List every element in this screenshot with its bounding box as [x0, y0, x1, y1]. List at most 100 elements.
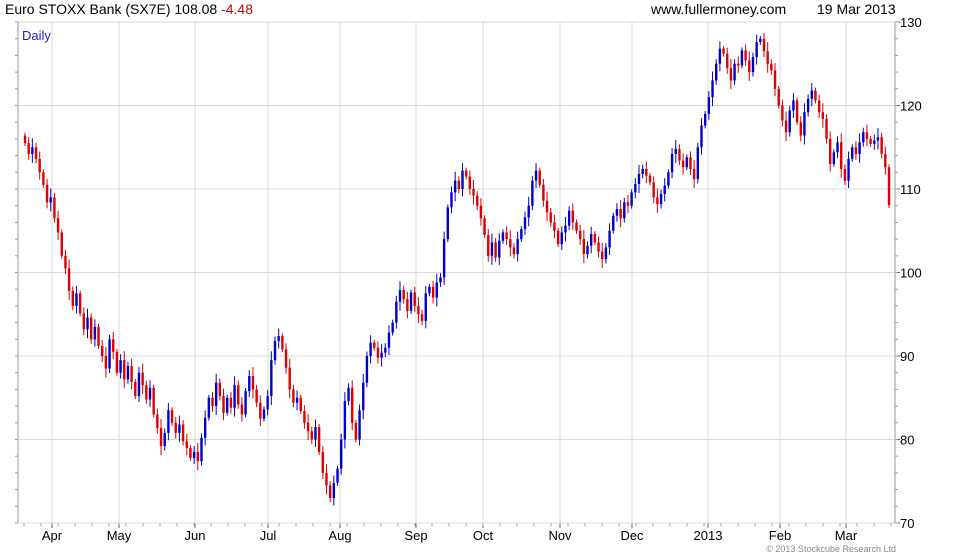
- period-label: Daily: [22, 28, 51, 43]
- candle-up: [163, 432, 166, 447]
- candle-down: [354, 422, 358, 440]
- candle-up: [200, 437, 203, 462]
- candle-up: [453, 180, 457, 193]
- candle-up: [365, 356, 369, 383]
- candle-down: [259, 402, 262, 419]
- candle-down: [884, 153, 887, 168]
- candle-up: [336, 468, 339, 483]
- candle-up: [615, 209, 619, 216]
- candle-down: [159, 427, 163, 447]
- candle-up: [667, 172, 670, 186]
- candle-down: [306, 422, 310, 432]
- x-tick-label: Apr: [42, 528, 63, 543]
- candle-down: [678, 148, 681, 161]
- candle-down: [825, 118, 828, 139]
- candle-up: [49, 197, 52, 203]
- candle-up: [740, 50, 744, 66]
- candle-down: [652, 182, 655, 198]
- candle-down: [27, 143, 30, 154]
- candle-up: [806, 98, 810, 113]
- candle-down: [762, 38, 766, 52]
- candle-up: [446, 207, 450, 240]
- candle-down: [156, 414, 159, 428]
- candle-down: [229, 397, 233, 408]
- candle-down: [553, 222, 556, 231]
- candle-down: [645, 168, 648, 176]
- candle-up: [233, 385, 236, 408]
- candle-down: [795, 100, 799, 123]
- candle-down: [288, 367, 291, 390]
- candle-up: [604, 247, 608, 260]
- candle-down: [373, 342, 376, 348]
- candle-down: [748, 60, 751, 73]
- candle-up: [75, 293, 78, 306]
- candle-up: [248, 376, 251, 392]
- candle-up: [663, 185, 666, 195]
- candle-down: [512, 247, 516, 255]
- candle-up: [424, 293, 427, 321]
- candle-down: [420, 314, 424, 321]
- candle-up: [126, 366, 130, 380]
- candle-down: [45, 184, 49, 203]
- candle-up: [564, 225, 567, 233]
- x-tick-label: Oct: [473, 528, 494, 543]
- candle-up: [700, 125, 703, 148]
- candle-up: [858, 142, 861, 154]
- candle-up: [203, 417, 207, 438]
- candle-up: [810, 90, 813, 99]
- candle-up: [347, 387, 350, 402]
- candle-down: [821, 112, 825, 119]
- candle-down: [817, 100, 821, 113]
- candle-up: [498, 240, 501, 258]
- candle-down: [299, 397, 302, 412]
- candle-down: [483, 218, 486, 235]
- candle-up: [461, 170, 464, 189]
- candle-up: [703, 113, 707, 126]
- candle-up: [711, 80, 714, 98]
- y-tick-label: 100: [900, 266, 922, 281]
- candle-down: [123, 360, 126, 380]
- candle-down: [60, 232, 63, 256]
- candle-down: [773, 70, 777, 89]
- candle-down: [582, 239, 586, 255]
- candle-up: [862, 132, 865, 143]
- candle-up: [847, 158, 850, 181]
- candle-up: [792, 100, 795, 111]
- candle-down: [593, 234, 597, 243]
- candle-down: [101, 345, 104, 356]
- candle-down: [479, 205, 483, 219]
- candle-down: [134, 381, 137, 397]
- candle-up: [534, 170, 538, 181]
- candle-up: [266, 396, 269, 410]
- candle-up: [277, 335, 280, 341]
- candle-up: [108, 339, 111, 369]
- candle-down: [865, 132, 869, 139]
- candle-down: [656, 197, 659, 205]
- candle-down: [494, 242, 497, 258]
- candle-down: [38, 158, 41, 173]
- candle-down: [281, 335, 284, 350]
- candle-down: [413, 292, 416, 306]
- candle-down: [505, 232, 508, 240]
- candle-down: [784, 120, 788, 133]
- candle-up: [523, 217, 527, 230]
- candle-down: [328, 485, 332, 498]
- candle-down: [112, 339, 115, 352]
- candle-up: [851, 147, 854, 159]
- y-tick-label: 110: [900, 182, 921, 197]
- candle-down: [689, 157, 692, 169]
- candle-up: [119, 360, 122, 373]
- candle-up: [707, 97, 711, 114]
- candle-down: [619, 209, 622, 219]
- candle-up: [685, 157, 688, 168]
- candle-down: [626, 202, 630, 206]
- candle-down: [34, 147, 38, 159]
- candle-up: [589, 234, 593, 246]
- candle-down: [726, 53, 729, 68]
- candle-up: [788, 110, 791, 133]
- candle-up: [339, 439, 343, 469]
- candle-down: [556, 230, 560, 245]
- candle-down: [457, 180, 461, 189]
- candle-up: [442, 239, 446, 278]
- y-tick-label: 130: [900, 15, 922, 30]
